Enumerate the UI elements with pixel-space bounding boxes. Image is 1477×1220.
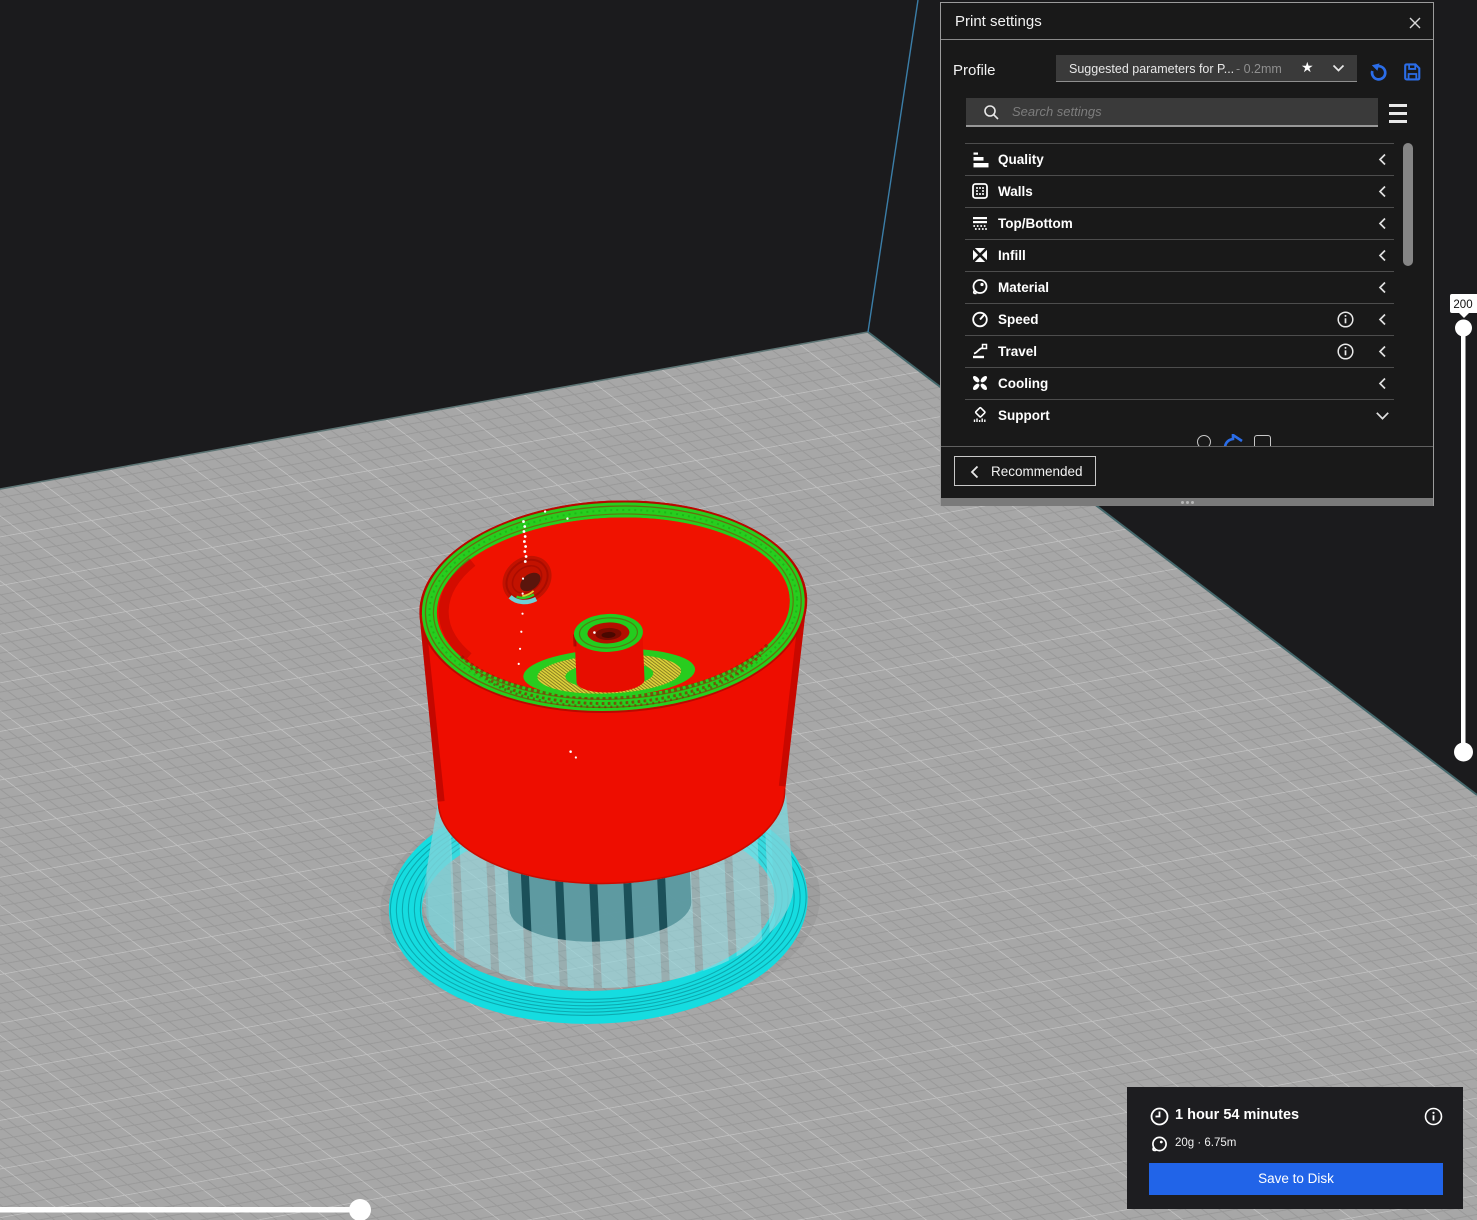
svg-text:200: 200 <box>1453 299 1472 311</box>
